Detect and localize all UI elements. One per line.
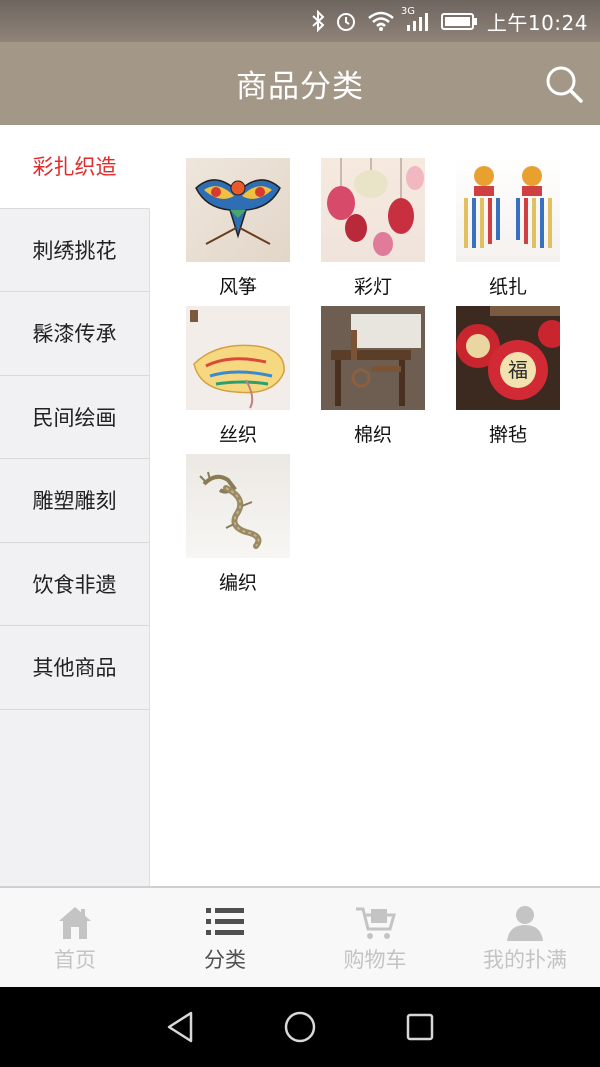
cotton-loom-image: [321, 306, 425, 410]
sidebar-item-caizhazhizao[interactable]: 彩扎织造: [0, 125, 150, 209]
page-title: 商品分类: [236, 69, 364, 105]
status-bar: 3G 上午10:24: [0, 0, 600, 42]
subcategory-felt[interactable]: 福 擀毡: [456, 306, 560, 446]
recents-button[interactable]: [398, 1005, 442, 1049]
home-circle-icon: [284, 1011, 316, 1043]
subcategory-label: 彩灯: [353, 276, 392, 298]
sidebar-item-label: 饮食非遗: [32, 572, 117, 597]
search-icon: [546, 66, 583, 103]
tab-profile[interactable]: 我的扑满: [450, 888, 600, 987]
network-type: 3G: [400, 6, 415, 17]
sidebar-item-cixiutiaohua[interactable]: 刺绣挑花: [0, 209, 149, 292]
subcategory-kite[interactable]: 风筝: [186, 158, 290, 298]
sidebar-item-label: 其他商品: [32, 656, 117, 681]
subcategory-label: 丝织: [218, 424, 257, 446]
subcategory-silk[interactable]: 丝织: [186, 306, 290, 446]
subcategory-paper-craft[interactable]: 纸扎: [456, 158, 560, 298]
subcategory-label: 风筝: [218, 276, 257, 298]
tab-label: 分类: [204, 947, 246, 972]
back-icon: [167, 1011, 193, 1043]
bottom-tab-bar: 首页 分类 购物车 我的扑满: [0, 886, 600, 987]
subcategory-label: 编织: [218, 572, 257, 594]
tab-home[interactable]: 首页: [0, 888, 150, 987]
subcategory-label: 纸扎: [488, 276, 527, 298]
sidebar-item-xiuqichuancheng[interactable]: 髹漆传承: [0, 292, 149, 376]
subcategory-label: 擀毡: [488, 424, 527, 446]
app-header: 商品分类: [0, 42, 600, 125]
battery-icon: [440, 11, 477, 31]
sidebar-item-yinshifeiyi[interactable]: 饮食非遗: [0, 543, 149, 626]
sidebar-item-qitashangpin[interactable]: 其他商品: [0, 626, 149, 710]
sidebar-item-label: 彩扎织造: [32, 155, 117, 180]
subcategory-lantern[interactable]: 彩灯: [321, 158, 425, 298]
sidebar-item-label: 雕塑雕刻: [32, 489, 117, 514]
category-content: 风筝 彩灯 纸扎 丝织 棉织 福 擀毡 编织: [150, 125, 600, 886]
bluetooth-icon: [311, 10, 325, 32]
tab-cart[interactable]: 购物车: [300, 888, 450, 987]
signal-icon: 3G: [401, 6, 431, 32]
alarm-icon: [335, 10, 357, 32]
subcategory-cotton[interactable]: 棉织: [321, 306, 425, 446]
tab-category[interactable]: 分类: [150, 888, 300, 987]
sidebar-item-minjianhuihua[interactable]: 民间绘画: [0, 376, 149, 459]
status-time: 上午10:24: [486, 10, 588, 35]
user-icon: [503, 902, 547, 942]
kite-image: [186, 158, 290, 262]
svg-text:福: 福: [508, 358, 528, 382]
search-button[interactable]: [542, 62, 586, 106]
home-nav-button[interactable]: [278, 1005, 322, 1049]
paper-craft-image: [456, 158, 560, 262]
cart-icon: [353, 902, 397, 942]
subcategory-weave[interactable]: 编织: [186, 454, 290, 594]
sidebar-item-label: 髹漆传承: [32, 322, 117, 347]
sidebar-item-diaosudiaoke[interactable]: 雕塑雕刻: [0, 459, 149, 543]
silk-image: [186, 306, 290, 410]
back-button[interactable]: [158, 1005, 202, 1049]
category-sidebar: 彩扎织造 刺绣挑花 髹漆传承 民间绘画 雕塑雕刻 饮食非遗 其他商品: [0, 125, 150, 886]
system-nav-bar: [0, 987, 600, 1067]
tab-label: 首页: [54, 947, 96, 972]
subcategory-grid: 风筝 彩灯 纸扎 丝织 棉织 福 擀毡 编织: [186, 158, 566, 594]
felt-image: 福: [456, 306, 560, 410]
woven-dragon-image: [186, 454, 290, 558]
recents-icon: [406, 1013, 434, 1041]
tab-label: 我的扑满: [483, 947, 567, 972]
home-icon: [53, 902, 97, 942]
lantern-image: [321, 158, 425, 262]
list-icon: [203, 902, 247, 942]
subcategory-label: 棉织: [353, 424, 392, 446]
wifi-icon: [367, 10, 395, 32]
sidebar-item-label: 民间绘画: [32, 405, 117, 430]
sidebar-item-label: 刺绣挑花: [32, 238, 117, 263]
tab-label: 购物车: [343, 947, 407, 972]
